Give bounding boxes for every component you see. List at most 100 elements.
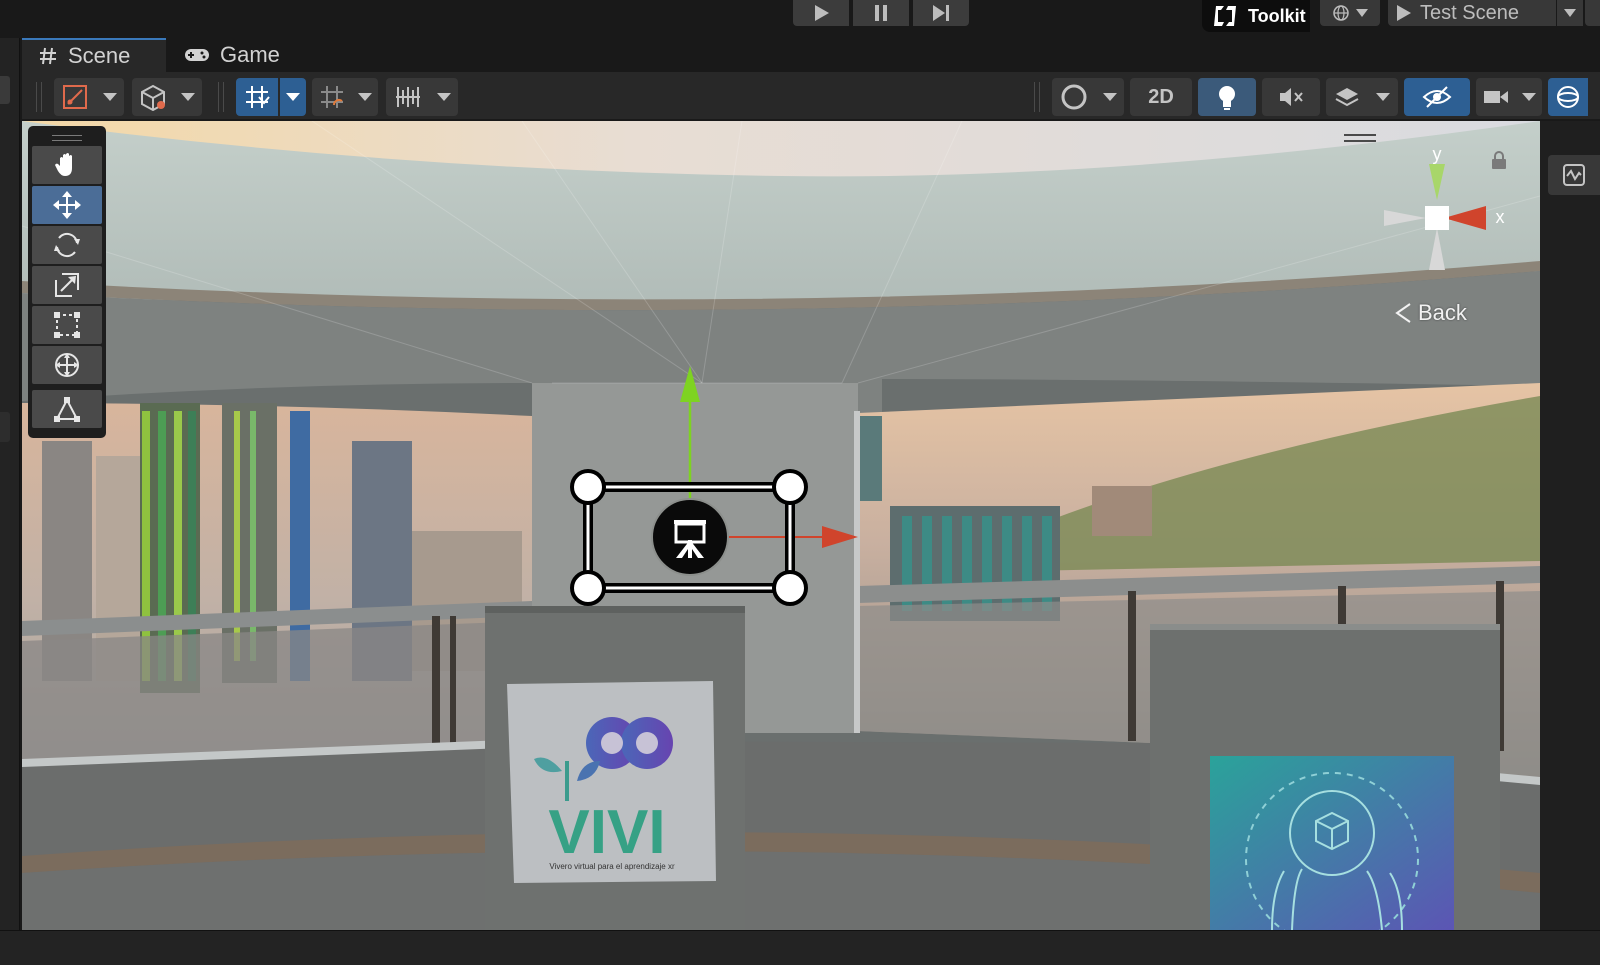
topbar-overflow-button[interactable] — [1585, 0, 1600, 26]
right-panel-edge — [1540, 121, 1600, 930]
x-axis-label: x — [1496, 207, 1505, 227]
rect-corner-handle[interactable] — [772, 469, 808, 505]
chevron-down-icon — [1102, 93, 1117, 101]
collapsed-panel-tab[interactable] — [0, 76, 10, 104]
grid-snapping-dropdown[interactable] — [280, 78, 306, 116]
poster-subtitle: Vivero virtual para el aprendizaje xr — [549, 862, 675, 871]
overlay-drag-handle[interactable] — [32, 130, 102, 146]
test-scene-dropdown[interactable] — [1557, 0, 1583, 26]
center-cube[interactable] — [1425, 206, 1449, 230]
2d-mode-toggle[interactable]: 2D — [1130, 78, 1192, 116]
back-label-text: Back — [1418, 300, 1467, 325]
globe-dropdown[interactable] — [1320, 0, 1380, 26]
y-axis-cone[interactable] — [1429, 164, 1445, 200]
camera-icon — [1483, 91, 1508, 103]
chevron-down-icon — [286, 93, 300, 101]
toolbar-grip[interactable] — [36, 82, 42, 112]
presentation-board-icon — [651, 498, 729, 576]
transform-icon — [55, 353, 79, 377]
waveform-icon — [1563, 164, 1585, 186]
hand-tool-button[interactable] — [32, 146, 102, 184]
lightbulb-icon — [1219, 86, 1235, 110]
view-direction-label[interactable]: Back — [1394, 300, 1467, 326]
play-icon — [1397, 5, 1411, 21]
move-gizmo[interactable] — [560, 360, 870, 620]
2d-label: 2D — [1148, 85, 1174, 108]
y-axis-arrow[interactable] — [680, 366, 700, 402]
neg-y-axis-cone[interactable] — [1429, 228, 1445, 270]
x-axis-arrow[interactable] — [822, 526, 858, 548]
layers-icon — [1335, 88, 1359, 107]
lighting-toggle[interactable] — [1198, 78, 1256, 116]
custom-tool-button[interactable] — [32, 390, 102, 428]
orientation-gizmo[interactable]: y x — [1380, 140, 1520, 280]
draw-mode-icon — [62, 85, 87, 109]
collapsed-panel-tab[interactable] — [0, 412, 10, 442]
rect-corner-handle[interactable] — [772, 570, 808, 606]
tab-game[interactable]: Game — [168, 38, 308, 72]
step-button[interactable] — [913, 0, 969, 26]
test-scene-button[interactable]: Test Scene — [1388, 0, 1556, 26]
increment-snap-icon — [321, 86, 343, 108]
neg-x-axis-cone[interactable] — [1384, 210, 1426, 226]
rotate-tool-button[interactable] — [32, 226, 102, 264]
chevron-down-icon — [1564, 9, 1576, 17]
chevron-down-icon — [1356, 9, 1368, 17]
scene-visibility-toggle[interactable] — [1404, 78, 1470, 116]
grid-snapping-toggle[interactable] — [236, 78, 278, 116]
gizmos-toggle[interactable] — [1548, 78, 1588, 116]
camera-settings-dropdown[interactable] — [1476, 78, 1542, 116]
effects-dropdown[interactable] — [1326, 78, 1398, 116]
chevron-down-icon — [436, 93, 451, 101]
toolbar-grip[interactable] — [218, 82, 224, 112]
globe-icon — [1333, 5, 1349, 21]
grid-visibility-dropdown[interactable] — [386, 78, 458, 116]
scale-tool-button[interactable] — [32, 266, 102, 304]
play-icon — [815, 5, 829, 21]
x-axis-cone[interactable] — [1444, 206, 1486, 230]
chevron-down-icon — [358, 93, 372, 101]
move-tool-button[interactable] — [32, 186, 102, 224]
rect-transform-icon — [54, 312, 80, 338]
overlay-menu-button[interactable] — [1548, 155, 1600, 195]
scene-tools-overlay — [28, 126, 106, 438]
y-axis-label: y — [1433, 144, 1442, 164]
shading-sphere-icon — [1061, 84, 1086, 110]
increment-snap-dropdown[interactable] — [312, 78, 378, 116]
toolbar-grip[interactable] — [1034, 82, 1040, 112]
ruler-icon — [395, 87, 420, 107]
chevron-down-icon — [181, 93, 195, 101]
tab-label: Scene — [68, 43, 131, 68]
tab-strip: Scene Game — [22, 38, 1600, 72]
custom-editor-tool-icon — [54, 397, 80, 422]
overlay-menu-icon[interactable] — [1344, 134, 1376, 142]
audio-muted-icon — [1280, 88, 1303, 106]
shading-mode-dropdown[interactable] — [1052, 78, 1124, 116]
poster-title: VIVI — [548, 798, 665, 867]
tab-label: Game — [220, 42, 280, 67]
toolkit-button[interactable]: Toolkit — [1202, 0, 1310, 32]
audio-toggle[interactable] — [1262, 78, 1320, 116]
step-icon — [933, 5, 949, 21]
pause-icon — [875, 5, 887, 21]
transform-tool-button[interactable] — [32, 346, 102, 384]
rect-corner-handle[interactable] — [570, 469, 606, 505]
gizmo-sphere-icon — [1557, 86, 1579, 108]
left-panel-edge — [0, 38, 20, 948]
pause-button[interactable] — [853, 0, 909, 26]
rotate-icon — [54, 232, 80, 258]
scene-view-toolbar: 2D — [22, 72, 1600, 120]
cube-icon — [141, 84, 165, 111]
chevron-left-icon — [1395, 303, 1411, 323]
toolkit-logo-icon — [1214, 6, 1236, 26]
move-arrows-icon — [53, 191, 81, 219]
play-button[interactable] — [793, 0, 849, 26]
draw-mode-dropdown[interactable] — [54, 78, 124, 116]
tab-scene[interactable]: Scene — [22, 38, 166, 72]
chevron-down-icon — [102, 93, 117, 101]
rect-corner-handle[interactable] — [570, 570, 606, 606]
toolkit-label: Toolkit — [1248, 5, 1306, 26]
rect-tool-button[interactable] — [32, 306, 102, 344]
object-mode-dropdown[interactable] — [132, 78, 202, 116]
xr-poster — [1210, 756, 1454, 930]
